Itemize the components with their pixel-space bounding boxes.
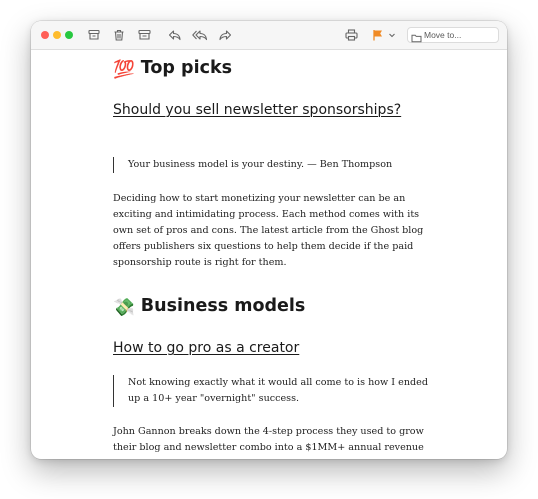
hundred-points-emoji: 💯 — [113, 60, 135, 80]
minimize-window-button[interactable] — [53, 31, 61, 39]
folder-icon — [411, 30, 422, 48]
close-window-button[interactable] — [41, 31, 49, 39]
archive-icon[interactable] — [86, 27, 102, 43]
toolbar: Move to... — [31, 21, 507, 50]
forward-icon[interactable] — [217, 27, 233, 43]
money-with-wings-emoji: 💸 — [113, 298, 135, 318]
article-link-sponsorships[interactable]: Should you sell newsletter sponsorships? — [113, 101, 401, 119]
article-summary: John Gannon breaks down the 4-step proce… — [113, 426, 424, 459]
reply-icon[interactable] — [166, 27, 182, 43]
move-to-field[interactable]: Move to... — [407, 27, 499, 43]
reply-all-icon[interactable] — [191, 27, 207, 43]
section-heading-top-picks: 💯 Top picks — [113, 57, 232, 81]
zoom-window-button[interactable] — [65, 31, 73, 39]
mail-window: Move to... 💯 Top picks Should you sell ne… — [31, 21, 507, 459]
flag-icon[interactable] — [370, 27, 386, 43]
message-body[interactable]: 💯 Top picks Should you sell newsletter sp… — [31, 50, 507, 459]
print-icon[interactable] — [343, 27, 359, 43]
move-to-label: Move to... — [424, 30, 462, 40]
article-link-go-pro[interactable]: How to go pro as a creator — [113, 339, 299, 357]
section-heading-label: Top picks — [140, 58, 233, 78]
screenshot-stage: Move to... 💯 Top picks Should you sell ne… — [0, 0, 538, 499]
trash-icon[interactable] — [111, 27, 127, 43]
article-summary: Deciding how to start monetizing your ne… — [113, 193, 424, 268]
blockquote: Not knowing exactly what it would all co… — [113, 375, 428, 407]
chevron-down-icon[interactable] — [387, 27, 397, 43]
blockquote: Your business model is your destiny. — B… — [113, 157, 428, 173]
section-heading-business-models: 💸 Business models — [113, 295, 305, 319]
junk-icon[interactable] — [136, 27, 152, 43]
section-heading-label: Business models — [140, 296, 306, 316]
